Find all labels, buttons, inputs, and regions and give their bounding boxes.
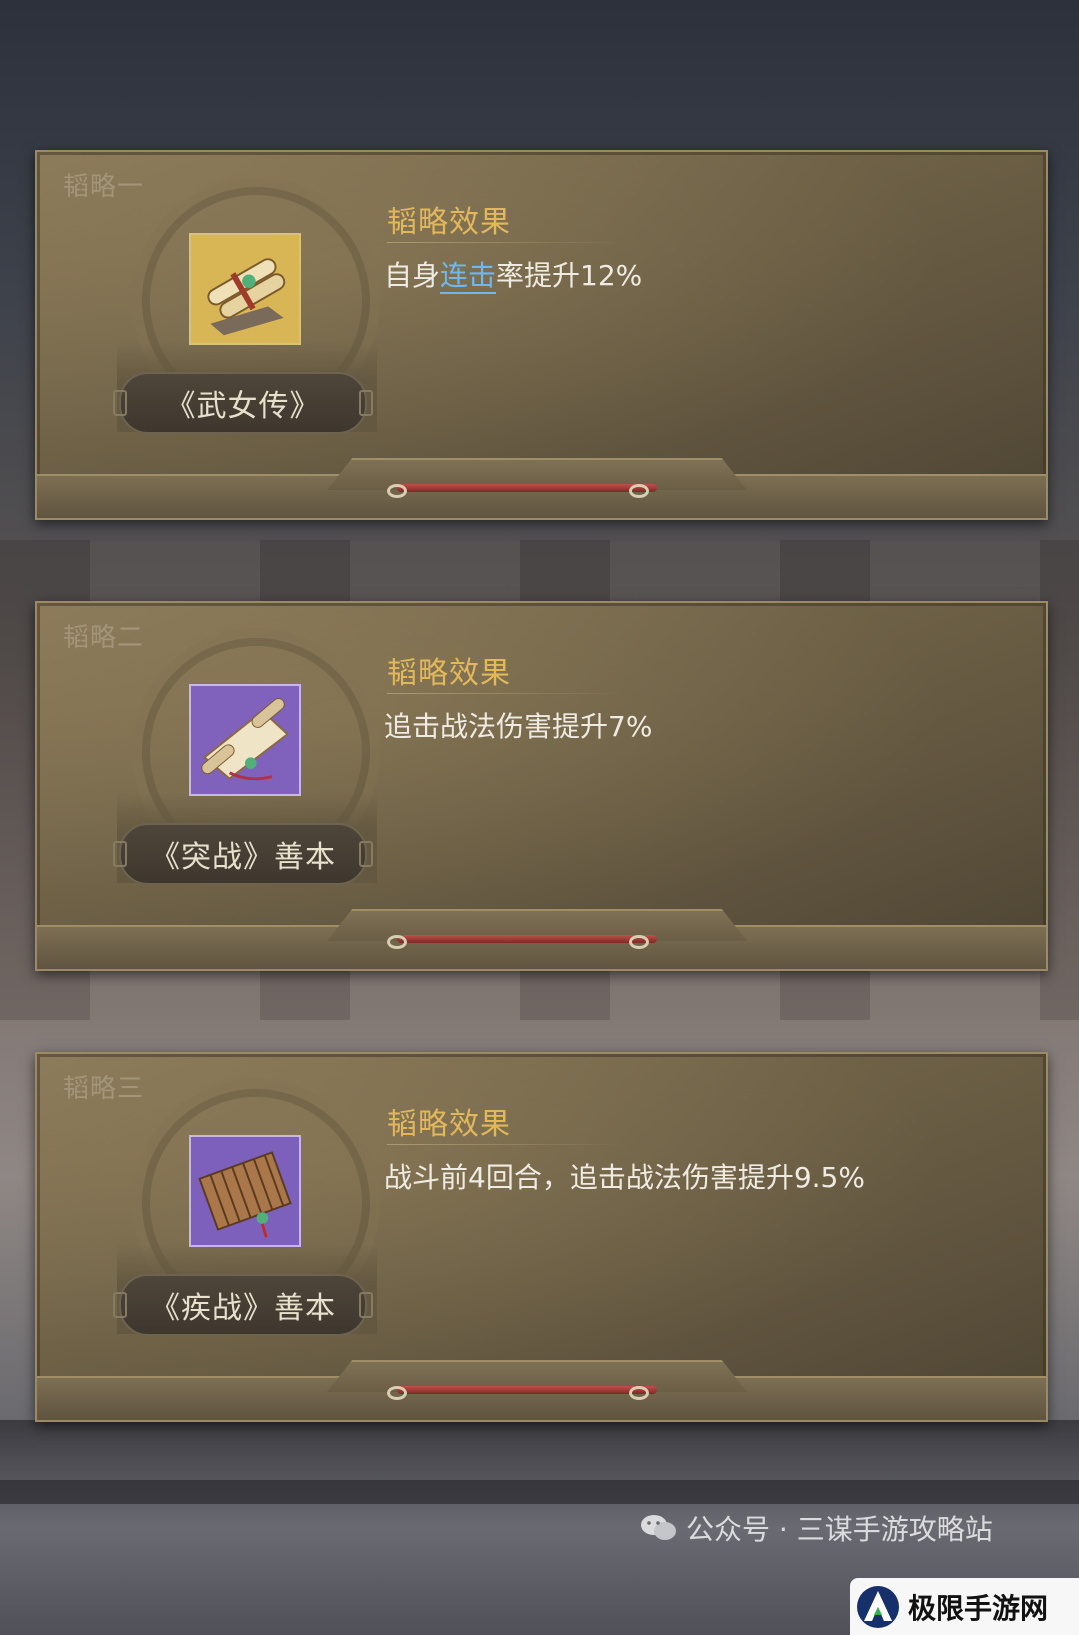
watermark-text: 公众号 · 三谋手游攻略站 <box>686 1513 993 1546</box>
wechat-watermark: 公众号 · 三谋手游攻略站 <box>640 1508 993 1548</box>
site-badge[interactable]: 极限手游网 <box>850 1578 1079 1635</box>
open-scroll-icon[interactable] <box>189 684 301 796</box>
keyword-link[interactable]: 连击 <box>440 259 497 294</box>
card-tier-label: 韬略一 <box>63 172 145 202</box>
effect-description: 自身连击率提升12% <box>384 254 642 294</box>
strategy-card-1[interactable]: 韬略一 《武女传》 韬略效果 自身连击率提升12% <box>35 150 1048 520</box>
divider <box>387 1144 627 1145</box>
card-tier-label: 韬略二 <box>63 623 145 653</box>
cord-ring-icon <box>387 935 407 949</box>
cord-ring-icon <box>387 484 407 498</box>
effect-title: 韬略效果 <box>387 205 511 240</box>
cord-ring-icon <box>629 484 649 498</box>
red-cord <box>397 935 657 943</box>
site-name: 极限手游网 <box>908 1591 1049 1625</box>
effect-title: 韬略效果 <box>387 656 511 691</box>
strategy-card-3[interactable]: 韬略三 《疾战》善本 韬略效果 战斗前4回合，追击战法伤害提升9.5% <box>35 1052 1048 1422</box>
scroll-bundle-icon[interactable] <box>189 233 301 345</box>
book-name-plate[interactable]: 《突战》善本 <box>113 823 373 885</box>
strategy-card-2[interactable]: 韬略二 《突战》善本 韬略效果 追击战法伤害提升7% <box>35 601 1048 971</box>
effect-description: 战斗前4回合，追击战法伤害提升9.5% <box>384 1161 865 1194</box>
cord-ring-icon <box>629 935 649 949</box>
red-cord <box>397 1386 657 1394</box>
divider <box>387 242 627 243</box>
card-tier-label: 韬略三 <box>63 1074 145 1104</box>
effect-text-part: 率提升12% <box>496 259 643 292</box>
effect-text-part: 自身 <box>384 259 441 292</box>
book-name-plate[interactable]: 《武女传》 <box>113 372 373 434</box>
wechat-icon <box>641 1515 676 1540</box>
divider <box>387 693 627 694</box>
effect-description: 追击战法伤害提升7% <box>384 710 653 743</box>
bamboo-book-icon[interactable] <box>189 1135 301 1247</box>
site-logo-icon <box>857 1585 899 1628</box>
cord-ring-icon <box>387 1386 407 1400</box>
red-cord <box>397 484 657 492</box>
book-name-plate[interactable]: 《疾战》善本 <box>113 1274 373 1336</box>
cord-ring-icon <box>629 1386 649 1400</box>
effect-title: 韬略效果 <box>387 1107 511 1142</box>
background-beam <box>0 1480 1079 1504</box>
